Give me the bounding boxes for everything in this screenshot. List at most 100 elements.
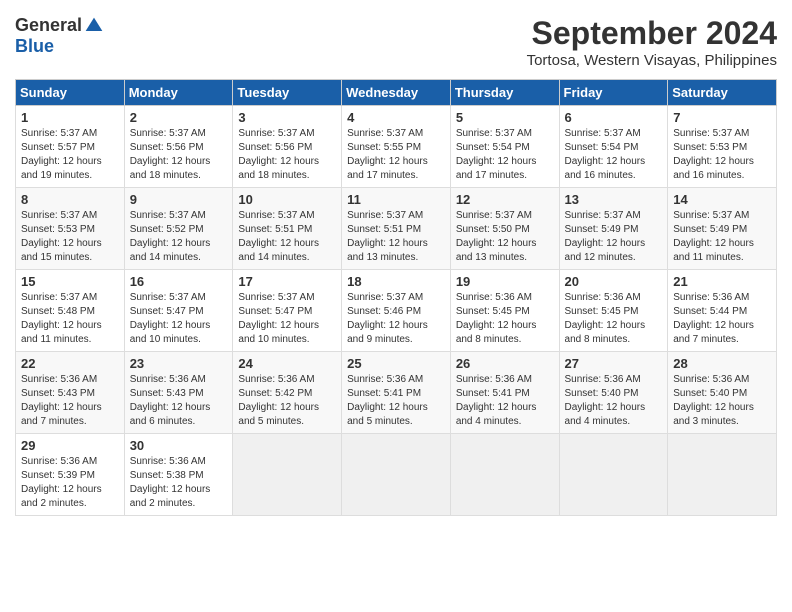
day-info: Sunrise: 5:37 AM Sunset: 5:51 PM Dayligh… (347, 209, 445, 265)
day-number: 3 (238, 110, 336, 125)
sunrise-label: Sunrise: 5:37 AM (238, 292, 314, 303)
day-number: 28 (673, 356, 771, 371)
daylight-label: Daylight: 12 hours and 11 minutes. (21, 320, 102, 345)
calendar-day-cell: 15 Sunrise: 5:37 AM Sunset: 5:48 PM Dayl… (16, 270, 125, 352)
calendar-day-cell: 21 Sunrise: 5:36 AM Sunset: 5:44 PM Dayl… (668, 270, 777, 352)
sunset-label: Sunset: 5:49 PM (673, 224, 747, 235)
day-info: Sunrise: 5:36 AM Sunset: 5:41 PM Dayligh… (347, 373, 445, 429)
header-tuesday: Tuesday (233, 80, 342, 106)
day-number: 15 (21, 274, 119, 289)
day-number: 19 (456, 274, 554, 289)
calendar-week-row: 8 Sunrise: 5:37 AM Sunset: 5:53 PM Dayli… (16, 188, 777, 270)
day-info: Sunrise: 5:36 AM Sunset: 5:40 PM Dayligh… (565, 373, 663, 429)
calendar-day-cell: 29 Sunrise: 5:36 AM Sunset: 5:39 PM Dayl… (16, 434, 125, 516)
day-number: 27 (565, 356, 663, 371)
day-number: 13 (565, 192, 663, 207)
sunset-label: Sunset: 5:47 PM (238, 306, 312, 317)
daylight-label: Daylight: 12 hours and 5 minutes. (238, 402, 319, 427)
daylight-label: Daylight: 12 hours and 10 minutes. (130, 320, 211, 345)
day-info: Sunrise: 5:37 AM Sunset: 5:53 PM Dayligh… (673, 127, 771, 183)
calendar-week-row: 1 Sunrise: 5:37 AM Sunset: 5:57 PM Dayli… (16, 106, 777, 188)
day-info: Sunrise: 5:37 AM Sunset: 5:55 PM Dayligh… (347, 127, 445, 183)
day-number: 7 (673, 110, 771, 125)
calendar-day-cell: 11 Sunrise: 5:37 AM Sunset: 5:51 PM Dayl… (342, 188, 451, 270)
daylight-label: Daylight: 12 hours and 7 minutes. (21, 402, 102, 427)
day-number: 4 (347, 110, 445, 125)
header-wednesday: Wednesday (342, 80, 451, 106)
sunset-label: Sunset: 5:52 PM (130, 224, 204, 235)
calendar-week-row: 15 Sunrise: 5:37 AM Sunset: 5:48 PM Dayl… (16, 270, 777, 352)
day-number: 14 (673, 192, 771, 207)
sunset-label: Sunset: 5:41 PM (456, 388, 530, 399)
sunset-label: Sunset: 5:39 PM (21, 470, 95, 481)
calendar-day-cell: 13 Sunrise: 5:37 AM Sunset: 5:49 PM Dayl… (559, 188, 668, 270)
sunrise-label: Sunrise: 5:37 AM (21, 292, 97, 303)
sunrise-label: Sunrise: 5:37 AM (673, 210, 749, 221)
daylight-label: Daylight: 12 hours and 13 minutes. (456, 238, 537, 263)
sunrise-label: Sunrise: 5:36 AM (130, 456, 206, 467)
day-info: Sunrise: 5:37 AM Sunset: 5:51 PM Dayligh… (238, 209, 336, 265)
day-number: 11 (347, 192, 445, 207)
day-number: 25 (347, 356, 445, 371)
day-number: 30 (130, 438, 228, 453)
logo: General Blue (15, 15, 104, 57)
day-info: Sunrise: 5:37 AM Sunset: 5:47 PM Dayligh… (238, 291, 336, 347)
sunrise-label: Sunrise: 5:36 AM (565, 292, 641, 303)
sunrise-label: Sunrise: 5:36 AM (565, 374, 641, 385)
daylight-label: Daylight: 12 hours and 17 minutes. (347, 156, 428, 181)
calendar-day-cell: 25 Sunrise: 5:36 AM Sunset: 5:41 PM Dayl… (342, 352, 451, 434)
calendar-day-cell: 23 Sunrise: 5:36 AM Sunset: 5:43 PM Dayl… (124, 352, 233, 434)
daylight-label: Daylight: 12 hours and 9 minutes. (347, 320, 428, 345)
sunrise-label: Sunrise: 5:37 AM (456, 210, 532, 221)
calendar-day-cell: 20 Sunrise: 5:36 AM Sunset: 5:45 PM Dayl… (559, 270, 668, 352)
sunrise-label: Sunrise: 5:37 AM (565, 210, 641, 221)
calendar-day-cell: 19 Sunrise: 5:36 AM Sunset: 5:45 PM Dayl… (450, 270, 559, 352)
daylight-label: Daylight: 12 hours and 4 minutes. (456, 402, 537, 427)
sunrise-label: Sunrise: 5:37 AM (21, 210, 97, 221)
calendar-day-cell: 30 Sunrise: 5:36 AM Sunset: 5:38 PM Dayl… (124, 434, 233, 516)
daylight-label: Daylight: 12 hours and 14 minutes. (130, 238, 211, 263)
sunset-label: Sunset: 5:40 PM (673, 388, 747, 399)
calendar-day-cell: 22 Sunrise: 5:36 AM Sunset: 5:43 PM Dayl… (16, 352, 125, 434)
day-info: Sunrise: 5:37 AM Sunset: 5:46 PM Dayligh… (347, 291, 445, 347)
sunset-label: Sunset: 5:54 PM (456, 142, 530, 153)
calendar-day-cell: 27 Sunrise: 5:36 AM Sunset: 5:40 PM Dayl… (559, 352, 668, 434)
sunrise-label: Sunrise: 5:37 AM (130, 128, 206, 139)
sunset-label: Sunset: 5:54 PM (565, 142, 639, 153)
day-info: Sunrise: 5:36 AM Sunset: 5:45 PM Dayligh… (456, 291, 554, 347)
day-number: 12 (456, 192, 554, 207)
daylight-label: Daylight: 12 hours and 18 minutes. (238, 156, 319, 181)
sunset-label: Sunset: 5:56 PM (130, 142, 204, 153)
sunrise-label: Sunrise: 5:37 AM (347, 292, 423, 303)
day-number: 5 (456, 110, 554, 125)
sunset-label: Sunset: 5:43 PM (130, 388, 204, 399)
sunset-label: Sunset: 5:51 PM (238, 224, 312, 235)
day-info: Sunrise: 5:36 AM Sunset: 5:43 PM Dayligh… (130, 373, 228, 429)
day-number: 6 (565, 110, 663, 125)
daylight-label: Daylight: 12 hours and 2 minutes. (130, 484, 211, 509)
calendar-day-cell: 14 Sunrise: 5:37 AM Sunset: 5:49 PM Dayl… (668, 188, 777, 270)
empty-cell (450, 434, 559, 516)
day-number: 26 (456, 356, 554, 371)
sunset-label: Sunset: 5:49 PM (565, 224, 639, 235)
daylight-label: Daylight: 12 hours and 16 minutes. (565, 156, 646, 181)
day-number: 22 (21, 356, 119, 371)
daylight-label: Daylight: 12 hours and 14 minutes. (238, 238, 319, 263)
header-sunday: Sunday (16, 80, 125, 106)
day-info: Sunrise: 5:37 AM Sunset: 5:49 PM Dayligh… (673, 209, 771, 265)
daylight-label: Daylight: 12 hours and 15 minutes. (21, 238, 102, 263)
day-info: Sunrise: 5:37 AM Sunset: 5:56 PM Dayligh… (238, 127, 336, 183)
day-info: Sunrise: 5:36 AM Sunset: 5:40 PM Dayligh… (673, 373, 771, 429)
day-info: Sunrise: 5:36 AM Sunset: 5:44 PM Dayligh… (673, 291, 771, 347)
day-info: Sunrise: 5:37 AM Sunset: 5:53 PM Dayligh… (21, 209, 119, 265)
sunset-label: Sunset: 5:45 PM (565, 306, 639, 317)
sunrise-label: Sunrise: 5:37 AM (673, 128, 749, 139)
day-number: 1 (21, 110, 119, 125)
calendar-week-row: 29 Sunrise: 5:36 AM Sunset: 5:39 PM Dayl… (16, 434, 777, 516)
sunset-label: Sunset: 5:47 PM (130, 306, 204, 317)
daylight-label: Daylight: 12 hours and 17 minutes. (456, 156, 537, 181)
sunset-label: Sunset: 5:55 PM (347, 142, 421, 153)
daylight-label: Daylight: 12 hours and 19 minutes. (21, 156, 102, 181)
calendar-day-cell: 6 Sunrise: 5:37 AM Sunset: 5:54 PM Dayli… (559, 106, 668, 188)
sunset-label: Sunset: 5:42 PM (238, 388, 312, 399)
